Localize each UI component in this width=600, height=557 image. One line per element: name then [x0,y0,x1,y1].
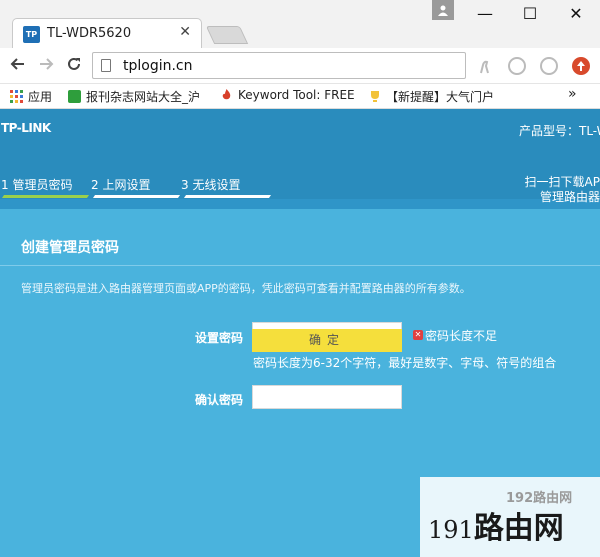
back-arrow-icon[interactable] [8,56,28,77]
step-progress [183,195,272,198]
flame-icon [220,88,233,101]
minimize-button[interactable]: — [470,4,500,23]
user-profile-icon[interactable] [432,0,454,20]
maximize-button[interactable]: ☐ [515,4,545,23]
extension-kangaroo-icon[interactable] [475,58,493,76]
forward-arrow-icon[interactable] [36,56,56,77]
watermark-text: 路由网 [473,511,564,546]
browser-titlebar: TP TL-WDR5620 ✕ — ☐ ✕ [0,0,600,48]
router-header: TP-LINK 产品型号：TL-W 1 管理员密码 2 上网设置 3 无线设置 … [0,109,600,204]
bookmark-keyword-tool[interactable]: Keyword Tool: FREE [220,88,355,102]
browser-toolbar: tplogin.cn [0,48,600,84]
set-password-label: 设置密码 [194,331,243,345]
extension-grey-icon[interactable] [508,57,526,75]
qr-line: 扫一扫下载AP [524,175,600,189]
apps-grid-icon [10,90,23,103]
address-url: tplogin.cn [123,58,193,74]
bookmark-newspaper[interactable]: 报刊杂志网站大全_沪 [68,88,200,105]
bookmark-apps[interactable]: 应用 [10,88,52,105]
password-error-text: 密码长度不足 [425,329,498,343]
address-bar[interactable]: tplogin.cn [92,52,466,79]
tab-title: TL-WDR5620 [47,26,132,41]
extension-red-upload-icon[interactable] [572,57,590,75]
bookmark-label: Keyword Tool: FREE [238,88,355,102]
browser-tab[interactable]: TP TL-WDR5620 ✕ [12,18,202,48]
password-hint: 密码长度为6-32个字符，最好是数字、字母、符号的组合 [253,356,557,370]
new-tab-button[interactable] [205,26,249,44]
confirm-password-label: 确认密码 [194,393,243,407]
extension-grey2-icon[interactable] [540,57,558,75]
close-window-button[interactable]: ✕ [561,4,591,23]
panel-description: 管理员密码是进入路由器管理页面或APP的密码，凭此密码可查看并配置路由器的所有参… [21,282,471,295]
step-progress [92,195,181,198]
step-internet-setup: 2 上网设置 [91,178,151,192]
step-admin-password: 1 管理员密码 [1,178,73,192]
tplink-logo: TP-LINK [1,121,51,135]
setup-steps: 1 管理员密码 2 上网设置 3 无线设置 [0,176,600,198]
panel-title: 创建管理员密码 [21,240,119,256]
tab-close-icon[interactable]: ✕ [179,24,191,40]
bookmarks-bar: 应用 报刊杂志网站大全_沪 Keyword Tool: FREE 【新提醒】大气… [0,84,600,109]
green-check-icon [68,90,81,103]
tplink-favicon-icon: TP [23,26,40,43]
watermark-number: 191 [428,516,474,544]
confirm-button[interactable]: 确定 [252,329,402,352]
step-wireless-setup: 3 无线设置 [181,178,241,192]
trophy-icon [368,90,381,103]
app-download-text: 扫一扫下载AP 管理路由器 [525,175,600,205]
step-progress-active [1,195,90,198]
page-icon [101,59,111,72]
bookmark-label: 【新提醒】大气门户 [386,90,495,104]
reload-icon[interactable] [64,56,84,77]
bookmark-portal[interactable]: 【新提醒】大气门户 [368,88,494,105]
watermark-logo: 191路由网 [428,503,564,547]
confirm-password-input[interactable] [252,385,402,409]
error-icon: ✕ [413,330,423,340]
panel-divider [0,265,600,266]
bookmark-label: 应用 [28,90,53,104]
product-model: 产品型号：TL-W [519,124,600,138]
qr-line: 管理路由器 [539,190,600,204]
bookmark-label: 报刊杂志网站大全_沪 [86,90,201,104]
bookmarks-more-button[interactable]: » [568,86,577,102]
